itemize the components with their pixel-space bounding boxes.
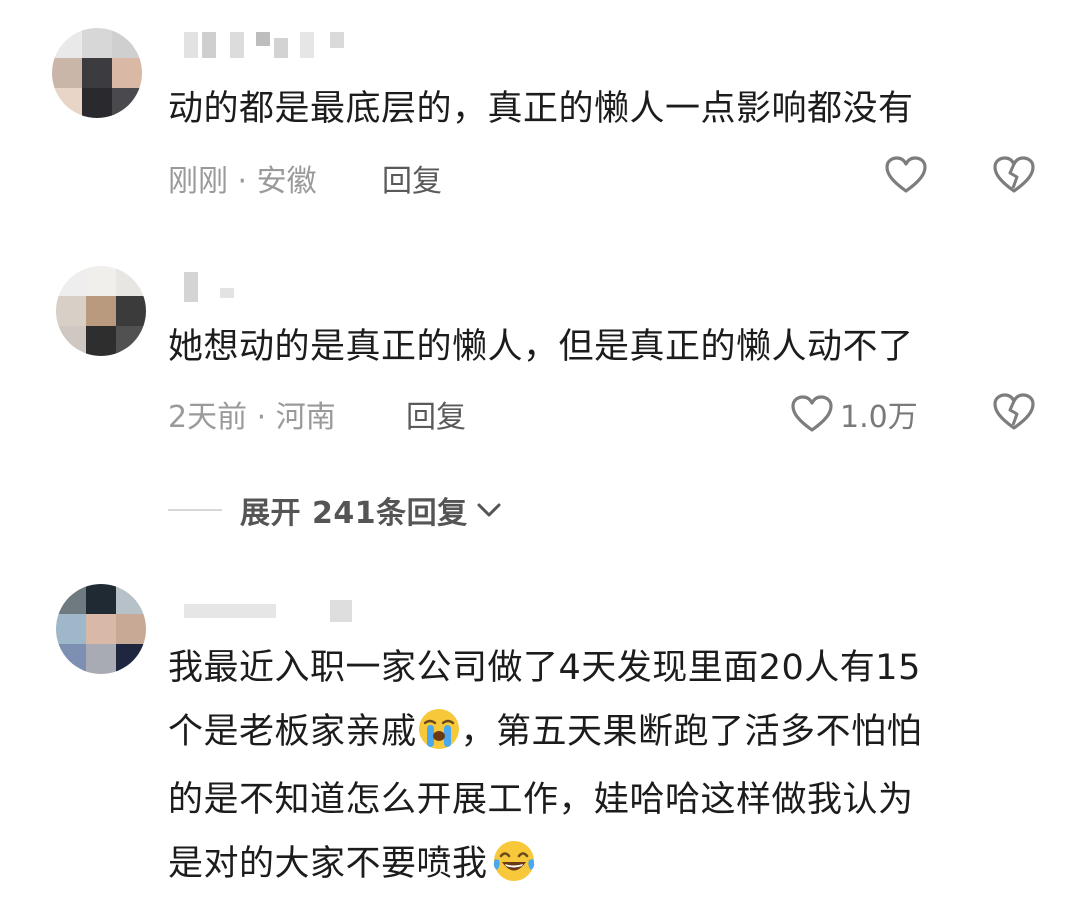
heart-outline-icon	[885, 156, 927, 193]
meta-separator: ·	[228, 164, 257, 199]
comment-text: 她想动的是真正的懒人，但是真正的懒人动不了	[168, 327, 914, 367]
like-count: 1.0万	[840, 400, 918, 435]
comment-meta: 刚刚 · 安徽	[168, 156, 317, 200]
comment-line: 的是不知道怎么开展工作，娃哈哈这样做我认为	[168, 780, 914, 820]
expand-replies-label: 展开 241条回复	[240, 496, 468, 531]
comment-time: 刚刚	[168, 164, 228, 199]
reply-button[interactable]: 回复	[406, 392, 466, 436]
expand-replies-button[interactable]: 展开 241条回复	[168, 488, 504, 532]
comment-line-segment: 是对的大家不要喷我	[168, 844, 488, 884]
broken-heart-icon	[993, 393, 1035, 430]
comment-location: 河南	[275, 400, 336, 435]
dislike-button[interactable]	[992, 392, 1036, 432]
comment-line-segment: ，第五天果断跑了活多不怕怕	[460, 712, 923, 752]
comment-line: 是对的大家不要喷我	[168, 837, 536, 892]
meta-separator: ·	[247, 400, 276, 435]
username-redacted[interactable]	[184, 32, 354, 58]
reply-button[interactable]: 回复	[382, 156, 442, 200]
comment-location: 安徽	[256, 164, 317, 199]
avatar[interactable]	[56, 266, 146, 356]
face-with-tears-of-joy-emoji	[493, 841, 534, 881]
like-button[interactable]: 1.0万	[790, 392, 918, 436]
heart-outline-icon	[791, 395, 833, 432]
divider-line	[168, 509, 222, 511]
like-button[interactable]	[884, 155, 928, 195]
comment-meta: 2天前 · 河南	[168, 392, 336, 436]
chevron-down-icon	[477, 503, 501, 517]
username-redacted[interactable]	[184, 272, 244, 302]
avatar[interactable]	[52, 28, 142, 118]
avatar[interactable]	[56, 584, 146, 674]
dislike-button[interactable]	[992, 155, 1036, 195]
comment-line: 个是老板家亲戚 ，第五天果断跑了活多不怕怕	[168, 705, 922, 760]
comment-time: 2天前	[168, 400, 248, 435]
loudly-crying-face-emoji	[418, 709, 459, 749]
comment-text: 动的都是最底层的，真正的懒人一点影响都没有	[168, 89, 914, 129]
comment-line-segment: 个是老板家亲戚	[168, 712, 417, 752]
broken-heart-icon	[993, 156, 1035, 193]
username-redacted[interactable]	[184, 598, 374, 624]
comment-line: 我最近入职一家公司做了4天发现里面20人有15	[168, 648, 921, 688]
